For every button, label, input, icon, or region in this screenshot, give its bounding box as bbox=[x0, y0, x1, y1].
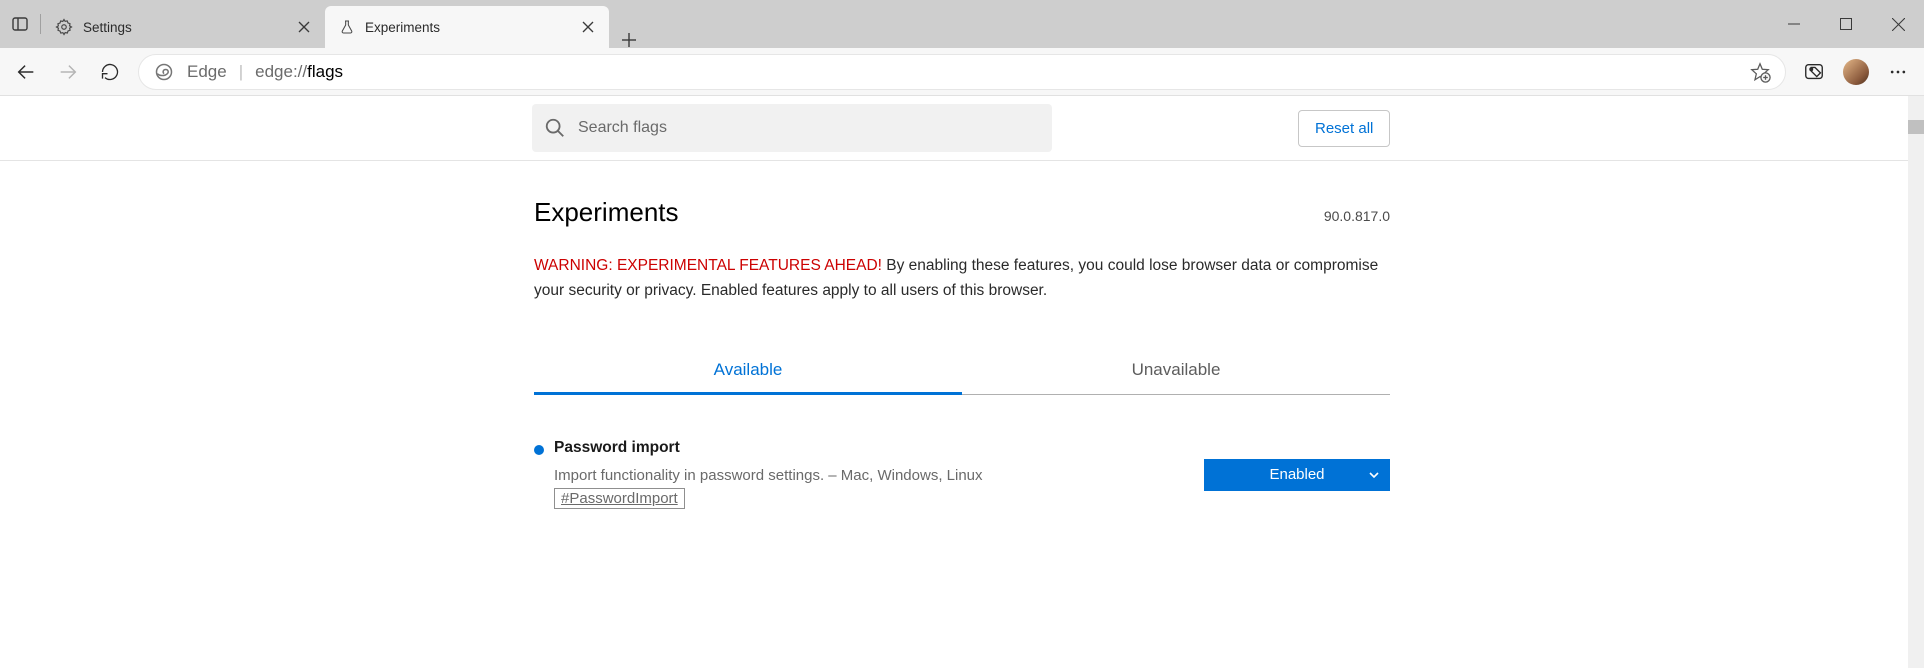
reset-all-button[interactable]: Reset all bbox=[1298, 110, 1390, 147]
close-window-button[interactable] bbox=[1872, 0, 1924, 48]
page-viewport: Reset all Experiments 90.0.817.0 WARNING… bbox=[0, 96, 1924, 668]
shopping-tag-icon bbox=[1803, 61, 1825, 83]
warning-text: WARNING: EXPERIMENTAL FEATURES AHEAD! By… bbox=[534, 254, 1390, 304]
flag-item: Password import Import functionality in … bbox=[534, 439, 1390, 509]
close-icon bbox=[582, 21, 594, 33]
flask-icon bbox=[339, 19, 355, 35]
search-box[interactable] bbox=[532, 104, 1052, 152]
flag-title: Password import bbox=[554, 439, 1194, 457]
close-icon bbox=[298, 21, 310, 33]
tab-strip: Settings Experiments bbox=[41, 0, 649, 48]
tab-settings-title: Settings bbox=[83, 20, 283, 35]
arrow-right-icon bbox=[57, 61, 79, 83]
window-controls bbox=[1768, 0, 1924, 48]
flag-anchor-link[interactable]: #PasswordImport bbox=[554, 488, 685, 509]
page-title: Experiments bbox=[534, 197, 679, 228]
refresh-button[interactable] bbox=[90, 52, 130, 92]
menu-button[interactable] bbox=[1878, 52, 1918, 92]
version-label: 90.0.817.0 bbox=[1324, 208, 1390, 224]
tab-unavailable[interactable]: Unavailable bbox=[962, 348, 1390, 394]
addressbar-url: edge://flags bbox=[255, 62, 343, 82]
minimize-button[interactable] bbox=[1768, 0, 1820, 48]
close-icon bbox=[1892, 18, 1905, 31]
tab-experiments[interactable]: Experiments bbox=[325, 6, 609, 48]
forward-button[interactable] bbox=[48, 52, 88, 92]
search-input[interactable] bbox=[578, 119, 1040, 137]
tab-actions-icon bbox=[11, 15, 29, 33]
favorite-button[interactable] bbox=[1745, 52, 1775, 92]
star-add-icon bbox=[1749, 61, 1771, 83]
browser-toolbar: Edge | edge://flags bbox=[0, 48, 1924, 96]
refresh-icon bbox=[100, 62, 120, 82]
avatar bbox=[1843, 59, 1869, 85]
flag-tabs: Available Unavailable bbox=[534, 348, 1390, 395]
arrow-left-icon bbox=[15, 61, 37, 83]
addressbar-separator: | bbox=[239, 62, 243, 82]
search-icon bbox=[544, 117, 566, 139]
warning-headline: WARNING: EXPERIMENTAL FEATURES AHEAD! bbox=[534, 257, 882, 274]
tab-actions-button[interactable] bbox=[0, 0, 40, 48]
minimize-icon bbox=[1788, 18, 1800, 30]
new-tab-button[interactable] bbox=[609, 32, 649, 48]
edge-logo-icon bbox=[153, 61, 175, 83]
gear-icon bbox=[55, 18, 73, 36]
tab-settings-close[interactable] bbox=[293, 16, 315, 38]
tab-settings[interactable]: Settings bbox=[41, 6, 325, 48]
address-bar[interactable]: Edge | edge://flags bbox=[138, 54, 1786, 90]
chevron-down-icon bbox=[1368, 469, 1380, 481]
flag-state-value: Enabled bbox=[1269, 466, 1324, 483]
scrollbar-vertical[interactable] bbox=[1908, 96, 1924, 668]
tab-experiments-close[interactable] bbox=[577, 16, 599, 38]
search-row: Reset all bbox=[532, 96, 1392, 160]
plus-icon bbox=[621, 32, 637, 48]
scrollbar-thumb[interactable] bbox=[1908, 120, 1924, 134]
profile-button[interactable] bbox=[1836, 52, 1876, 92]
maximize-icon bbox=[1840, 18, 1852, 30]
url-path: flags bbox=[307, 62, 343, 81]
tab-experiments-title: Experiments bbox=[365, 20, 567, 35]
flag-modified-indicator bbox=[534, 445, 544, 455]
browser-titlebar: Settings Experiments bbox=[0, 0, 1924, 48]
flag-state-select[interactable]: Enabled bbox=[1204, 459, 1390, 491]
shopping-button[interactable] bbox=[1794, 52, 1834, 92]
flag-description: Import functionality in password setting… bbox=[554, 467, 1194, 484]
back-button[interactable] bbox=[6, 52, 46, 92]
tab-available[interactable]: Available bbox=[534, 348, 962, 395]
maximize-button[interactable] bbox=[1820, 0, 1872, 48]
addressbar-product-label: Edge bbox=[187, 62, 227, 82]
more-horizontal-icon bbox=[1888, 62, 1908, 82]
url-protocol: edge:// bbox=[255, 62, 307, 81]
